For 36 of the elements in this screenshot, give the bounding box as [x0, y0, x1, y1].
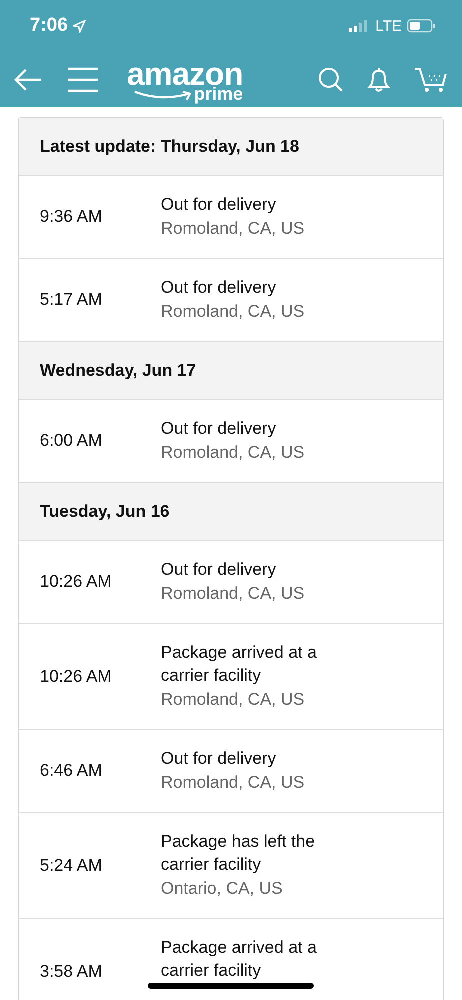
event-status: Out for delivery	[161, 418, 278, 440]
amazon-prime-logo[interactable]: amazon prime	[125, 54, 246, 104]
event-status: Out for delivery	[161, 559, 278, 581]
event-status: Package has left the carrier facility	[161, 831, 316, 876]
back-arrow-icon[interactable]	[14, 68, 42, 92]
date-heading: Latest update: Thursday, Jun 18	[19, 118, 443, 176]
event-status: Out for delivery	[161, 748, 278, 770]
menu-icon[interactable]	[67, 66, 99, 92]
event-location: Romoland, CA, US	[161, 301, 306, 323]
date-heading: Tuesday, Jun 16	[19, 483, 443, 541]
event-time: 9:36 AM	[40, 207, 104, 227]
event-location: Ontario, CA, US	[161, 878, 284, 900]
battery-icon	[407, 19, 436, 33]
event-time: 3:58 AM	[40, 962, 104, 982]
event-location: Romoland, CA, US	[161, 218, 306, 240]
cart-icon[interactable]	[414, 66, 448, 94]
event-time: 10:26 AM	[40, 666, 113, 686]
location-arrow-icon	[73, 20, 86, 32]
date-heading: Wednesday, Jun 17	[19, 342, 443, 400]
event-location: Romoland, CA, US	[161, 689, 306, 711]
event-status: Package arrived at a carrier facility	[161, 937, 318, 982]
event-time: 6:46 AM	[40, 761, 104, 781]
event-status: Out for delivery	[161, 277, 278, 299]
event-time: 5:24 AM	[40, 856, 104, 876]
event-time: 10:26 AM	[40, 572, 113, 592]
network-label: LTE	[376, 18, 402, 34]
search-icon[interactable]	[318, 66, 344, 92]
event-time: 5:17 AM	[40, 290, 104, 310]
event-location: Romoland, CA, US	[161, 583, 306, 605]
event-location: Romoland, CA, US	[161, 442, 306, 464]
event-status: Out for delivery	[161, 194, 278, 216]
bell-icon[interactable]	[366, 66, 392, 92]
event-location: Romoland, CA, US	[161, 772, 306, 794]
event-time: 6:00 AM	[40, 431, 104, 451]
status-time: 7:06	[30, 15, 68, 37]
event-status: Package arrived at a carrier facility	[161, 642, 318, 687]
